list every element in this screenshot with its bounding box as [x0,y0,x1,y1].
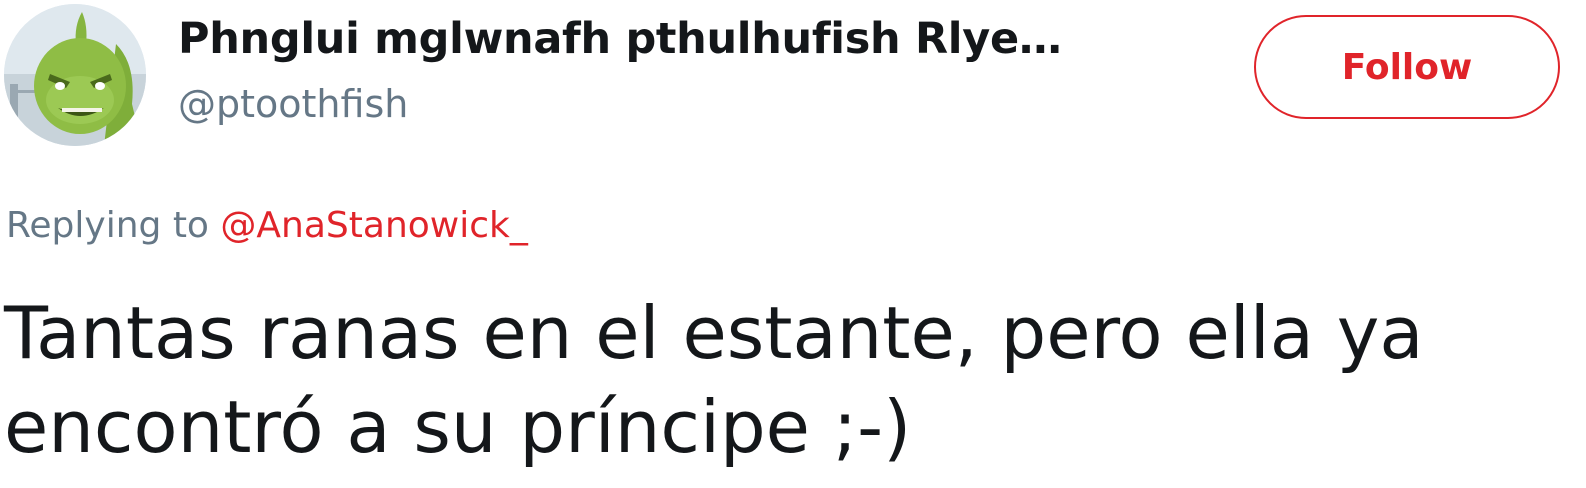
author-display-name[interactable]: Phnglui mglwnafh pthulhufish Rlye… [178,14,1062,64]
replying-to-label: Replying to [6,205,209,246]
replying-to-line: Replying to @AnaStanowick_ [6,205,528,246]
reply-mention-link[interactable]: @AnaStanowick_ [220,205,527,246]
tweet-card: Phnglui mglwnafh pthulhufish Rlye… @ptoo… [0,0,1586,488]
author-handle[interactable]: @ptoothfish [178,82,408,126]
avatar[interactable] [4,4,146,146]
green-creature-avatar-icon [4,4,146,146]
tweet-text: Tantas ranas en el estante, pero ella ya… [4,291,1424,469]
follow-button[interactable]: Follow [1254,15,1560,119]
